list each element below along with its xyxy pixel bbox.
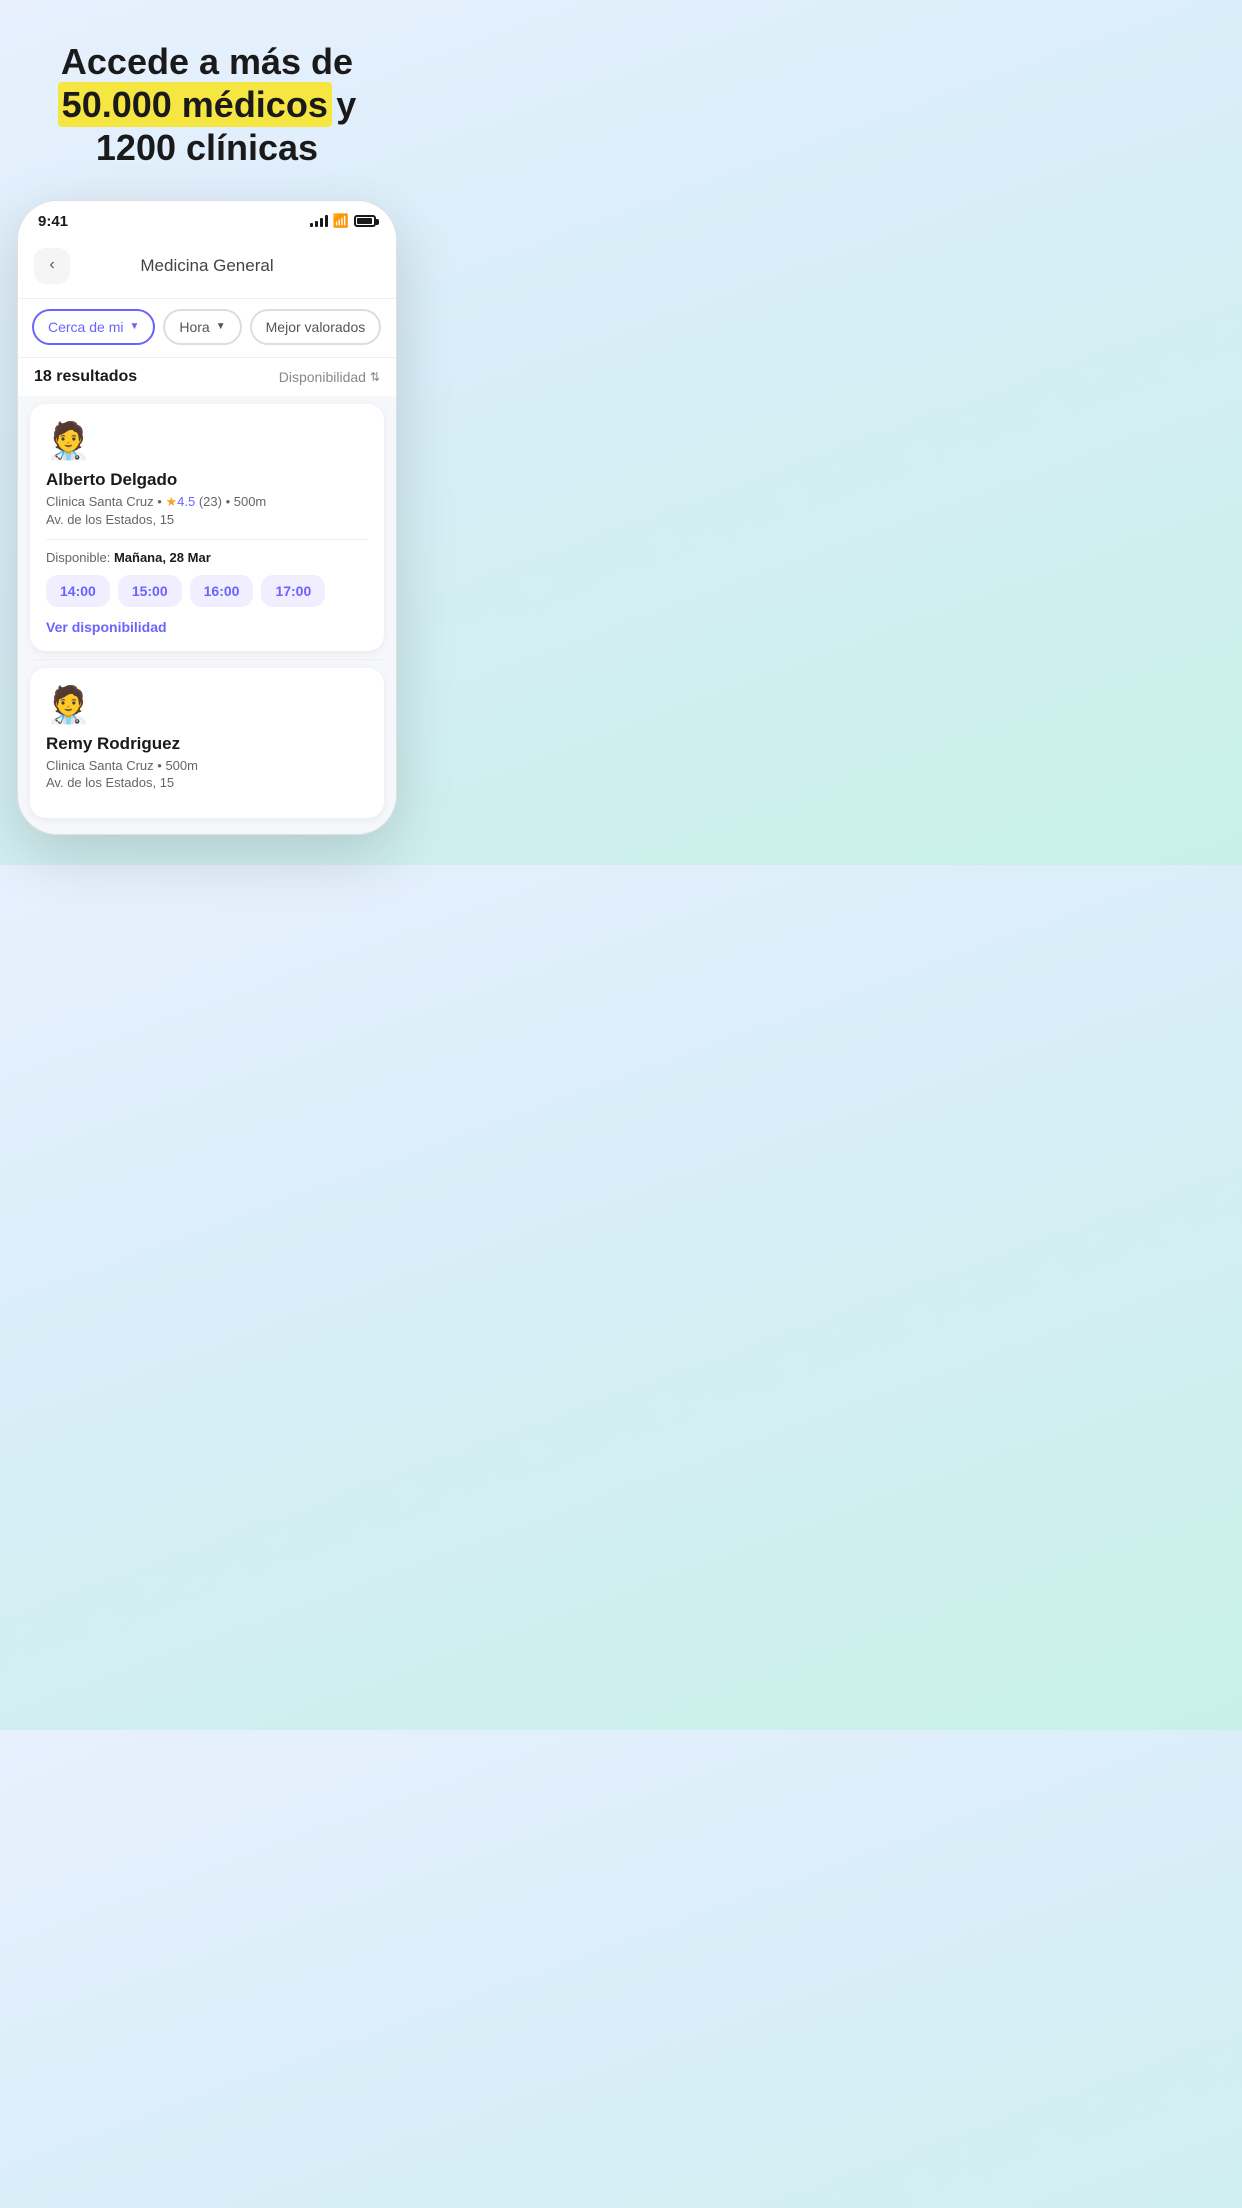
battery-icon [354,215,376,227]
doctor1-clinic: Clinica Santa Cruz [46,494,154,509]
filter-cerca-de-mi[interactable]: Cerca de mi ▼ [32,309,155,345]
results-bar: 18 resultados Disponibilidad ⇅ [18,358,396,396]
status-icons: 📶 [310,213,376,229]
doctor1-address: Av. de los Estados, 15 [46,512,368,527]
slot-label-1700: 17:00 [275,583,311,599]
doctor1-reviews: (23) [199,494,222,509]
doctor1-rating: 4.5 [177,494,195,509]
phone-frame: 9:41 📶 ‹ Medicina General Cerca de mi ▼ [17,200,397,835]
back-chevron-icon: ‹ [49,256,54,274]
headline-line1: Accede a más de [58,40,357,83]
doctor1-name: Alberto Delgado [46,470,368,490]
doctor2-distance: 500m [165,758,198,773]
doctor1-time-slots: 14:00 15:00 16:00 17:00 [46,575,368,607]
signal-icon [310,215,328,227]
sort-label: Disponibilidad [279,369,366,385]
time-slot-1500[interactable]: 15:00 [118,575,182,607]
doctor1-meta: Clinica Santa Cruz • ★4.5 (23) • 500m [46,494,368,510]
doctor1-date: Mañana, 28 Mar [114,550,211,565]
doctor1-distance: 500m [234,494,267,509]
doctor2-name: Remy Rodriguez [46,734,368,754]
wifi-icon: 📶 [333,213,349,229]
doctor2-meta: Clinica Santa Cruz • 500m [46,758,368,773]
filter-bar: Cerca de mi ▼ Hora ▼ Mejor valorados [18,299,396,358]
slot-label-1600: 16:00 [204,583,240,599]
filter-mejor-valorados[interactable]: Mejor valorados [250,309,382,345]
filter-hora-arrow-icon: ▼ [216,321,226,332]
headline-line3: 1200 clínicas [58,126,357,169]
sort-button[interactable]: Disponibilidad ⇅ [279,369,380,385]
cards-divider [30,659,384,660]
back-button[interactable]: ‹ [34,248,70,284]
doctor2-avatar: 🧑‍⚕️ [46,684,368,726]
filter-hora-label: Hora [179,319,209,335]
headline-line2-rest: y [336,84,356,125]
doctor1-avatar: 🧑‍⚕️ [46,420,368,462]
star-icon: ★ [165,494,177,509]
headline-section: Accede a más de 50.000 médicos y 1200 cl… [58,40,357,170]
filter-mejor-label: Mejor valorados [266,319,366,335]
status-time: 9:41 [38,213,68,230]
dot-separator2: • [226,494,234,509]
filter-cerca-label: Cerca de mi [48,319,123,335]
card1-divider [46,539,368,540]
doctor-card-2[interactable]: 🧑‍⚕️ Remy Rodriguez Clinica Santa Cruz •… [30,668,384,818]
time-slot-1400[interactable]: 14:00 [46,575,110,607]
headline-line2: 50.000 médicos y [58,83,357,126]
headline-highlight: 50.000 médicos [58,82,332,127]
filter-hora[interactable]: Hora ▼ [163,309,241,345]
doctor1-disponible: Disponible: Mañana, 28 Mar [46,550,368,565]
disponible-prefix: Disponible: [46,550,114,565]
doctor-card-1[interactable]: 🧑‍⚕️ Alberto Delgado Clinica Santa Cruz … [30,404,384,651]
nav-title: Medicina General [70,256,344,276]
results-count: 18 resultados [34,368,137,386]
doctor2-address: Av. de los Estados, 15 [46,775,368,790]
sort-arrows-icon: ⇅ [370,370,380,384]
status-bar: 9:41 📶 [18,201,396,238]
time-slot-1700[interactable]: 17:00 [261,575,325,607]
doctor2-clinic: Clinica Santa Cruz [46,758,154,773]
slot-label-1500: 15:00 [132,583,168,599]
ver-disponibilidad-link[interactable]: Ver disponibilidad [46,619,368,635]
slot-label-1400: 14:00 [60,583,96,599]
headline-line3-text: 1200 clínicas [96,127,318,168]
time-slot-1600[interactable]: 16:00 [190,575,254,607]
filter-cerca-arrow-icon: ▼ [129,321,139,332]
nav-bar: ‹ Medicina General [18,238,396,299]
